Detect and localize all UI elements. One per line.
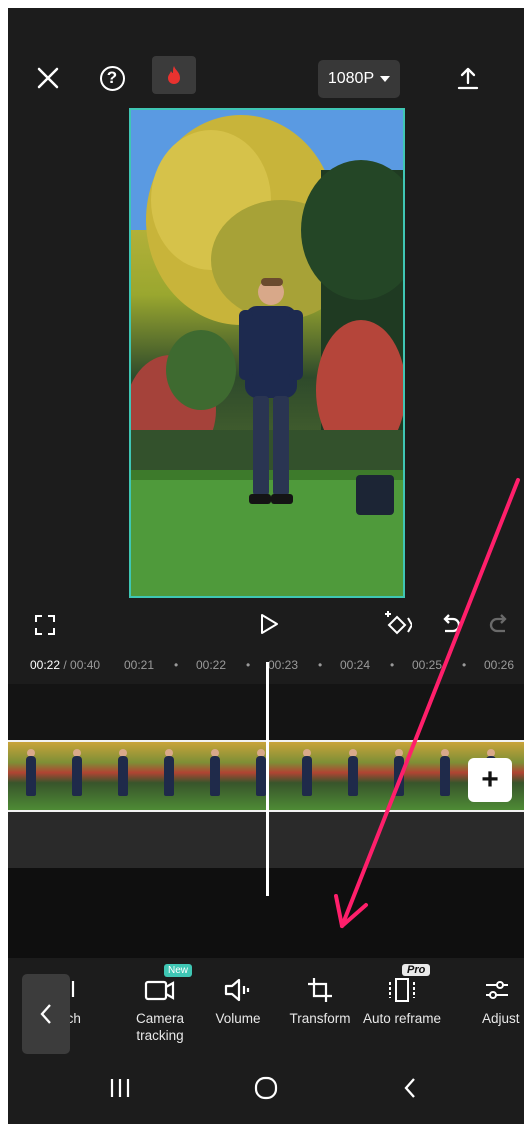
editor-screen: ? 1080P 00:22 / 00:40 00:21 • 00:22 • 00… bbox=[8, 8, 524, 1124]
annotation-arrow bbox=[334, 478, 520, 928]
